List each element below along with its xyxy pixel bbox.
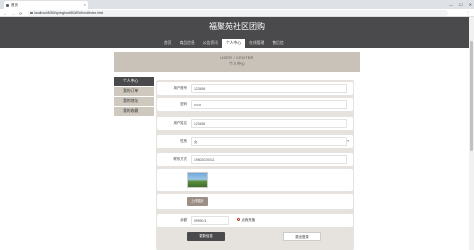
gender-label: 性别: [180, 139, 187, 143]
browser-menu-icon[interactable]: ⋮: [466, 9, 470, 17]
section-banner: USER / CENTER 个人中心: [114, 52, 360, 72]
password-input[interactable]: ••••••: [191, 100, 347, 109]
gender-row: 性别 女 ▾: [157, 135, 353, 148]
balance-label: 余额: [180, 218, 187, 222]
main-nav: 首页 商品信息 公告资讯 个人中心 在线管理 售后信: [160, 39, 288, 48]
account-row: 用户账号 123456: [157, 82, 353, 95]
banner-title-en: USER / CENTER: [220, 56, 254, 60]
page-scrollbar[interactable]: [469, 17, 474, 250]
nav-admin[interactable]: 在线管理: [245, 39, 268, 48]
profile-form: 用户账号 123456 密码 •••••• 用户姓名 123456 性别 女 ▾…: [156, 80, 354, 250]
back-icon[interactable]: ←: [3, 11, 7, 16]
update-info-button[interactable]: 更新信息: [187, 232, 225, 241]
minimize-icon[interactable]: —: [449, 2, 453, 7]
nav-announcements[interactable]: 公告资讯: [199, 39, 222, 48]
nav-products[interactable]: 商品信息: [176, 39, 199, 48]
browser-nav-buttons: ← → ⟳: [3, 9, 22, 17]
balance-row: 余额 99990.5 点我充值: [157, 214, 353, 227]
site-header: 福聚苑社区团购 首页 商品信息 公告资讯 个人中心 在线管理 售后信: [0, 17, 474, 48]
url-text: localhost:8080/springboot563/Eb/front/in…: [34, 11, 104, 15]
site-title: 福聚苑社区团购: [209, 22, 265, 31]
url-input[interactable]: localhost:8080/springboot563/Eb/front/in…: [28, 10, 448, 16]
phone-input[interactable]: 19802020011: [191, 155, 347, 164]
phone-row: 联系方式 19802020011: [157, 153, 353, 166]
password-row: 密码 ••••••: [157, 98, 353, 111]
recharge-link[interactable]: 点我充值: [237, 217, 255, 224]
close-tab-icon[interactable]: ×: [84, 1, 86, 9]
balance-input: 99990.5: [191, 216, 229, 225]
upload-image-button[interactable]: 上传图片: [187, 197, 208, 206]
banner-title-cn: 个人中心: [229, 61, 245, 66]
sidebar-item-user-center[interactable]: 个人中心: [114, 77, 154, 86]
browser-tab-strip: 首页 × — ☐ ✕: [0, 0, 474, 9]
gender-select[interactable]: 女: [191, 137, 347, 146]
password-label: 密码: [180, 102, 187, 106]
page-icon: [6, 3, 9, 7]
nav-after-sales[interactable]: 售后信: [268, 39, 287, 48]
nav-user-center[interactable]: 个人中心: [221, 39, 246, 48]
sidebar-item-my-favorites[interactable]: 我的收藏: [114, 107, 154, 116]
forward-icon[interactable]: →: [11, 11, 15, 16]
chevron-down-icon[interactable]: ▾: [347, 135, 349, 148]
avatar-image: [187, 172, 208, 188]
radio-icon: [237, 218, 240, 222]
name-row: 用户姓名 123456: [157, 117, 353, 130]
browser-tab[interactable]: 首页 ×: [4, 1, 88, 9]
name-label: 用户姓名: [173, 121, 187, 125]
close-window-icon[interactable]: ✕: [469, 2, 472, 7]
tab-title: 首页: [11, 3, 18, 7]
upload-row: 上传图片: [157, 194, 353, 209]
sidebar: 个人中心 我的订单 我的地址 我的收藏: [114, 77, 154, 117]
nav-home[interactable]: 首页: [160, 39, 176, 48]
address-bar: ← → ⟳ localhost:8080/springboot563/Eb/fr…: [0, 9, 474, 17]
sidebar-item-my-orders[interactable]: 我的订单: [114, 87, 154, 96]
window-controls: — ☐ ✕: [449, 0, 472, 9]
logout-button[interactable]: 退出登录: [283, 232, 321, 241]
account-input[interactable]: 123456: [191, 84, 347, 93]
scrollbar-thumb[interactable]: [470, 41, 473, 151]
sidebar-item-my-address[interactable]: 我的地址: [114, 97, 154, 106]
account-label: 用户账号: [173, 86, 187, 90]
name-input[interactable]: 123456: [191, 119, 347, 128]
recharge-label: 点我充值: [241, 218, 256, 222]
phone-label: 联系方式: [173, 157, 187, 161]
avatar-row: [157, 169, 353, 191]
reload-icon[interactable]: ⟳: [19, 11, 22, 16]
maximize-icon[interactable]: ☐: [459, 2, 463, 7]
lock-icon: [30, 11, 33, 15]
